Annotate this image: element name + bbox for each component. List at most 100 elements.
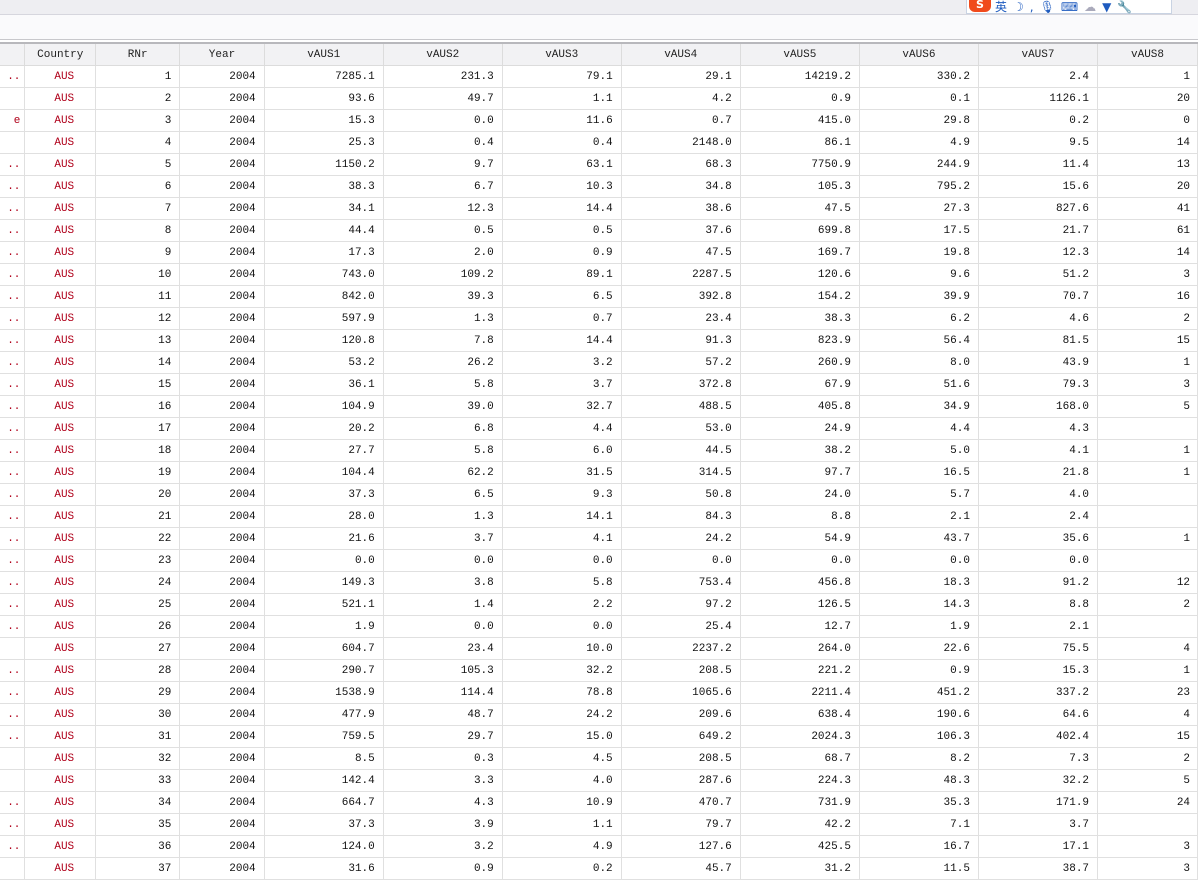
column-header-vaus1[interactable]: vAUS1 [264, 44, 384, 66]
skin-icon[interactable]: ☁ [1084, 0, 1096, 14]
cell-vaus3[interactable]: 0.5 [502, 219, 622, 242]
cell-vaus3[interactable]: 15.0 [502, 725, 622, 748]
cell-vaus8[interactable]: 23 [1097, 681, 1198, 704]
cell-vaus8[interactable]: 24 [1097, 791, 1198, 814]
cell-vaus5[interactable]: 54.9 [740, 527, 860, 550]
cell-truncated[interactable]: .. [0, 329, 26, 352]
cell-truncated[interactable]: e [0, 109, 26, 132]
cell-country[interactable]: AUS [24, 769, 97, 792]
cell-vaus6[interactable]: 5.7 [859, 483, 979, 506]
cell-vaus8[interactable]: 14 [1097, 241, 1198, 264]
cell-vaus3[interactable]: 32.2 [502, 659, 622, 682]
cell-rnr[interactable]: 18 [95, 439, 181, 462]
cell-vaus7[interactable]: 168.0 [978, 395, 1099, 418]
cell-year[interactable]: 2004 [179, 483, 265, 506]
cell-vaus6[interactable]: 244.9 [859, 153, 979, 176]
cell-vaus2[interactable]: 29.7 [383, 725, 503, 748]
cell-vaus7[interactable]: 2.1 [978, 615, 1099, 638]
cell-vaus2[interactable]: 0.3 [383, 747, 503, 770]
cell-truncated[interactable]: .. [0, 439, 26, 462]
cell-vaus6[interactable]: 4.4 [859, 417, 979, 440]
cell-rnr[interactable]: 5 [95, 153, 181, 176]
ime-toolbar[interactable]: S 英 ☽ , 🎙 ⌨ ☁ ▼ 🔧 [966, 0, 1172, 14]
cell-vaus2[interactable]: 39.0 [383, 395, 503, 418]
cell-vaus8[interactable]: 20 [1097, 175, 1198, 198]
cell-vaus3[interactable]: 31.5 [502, 461, 622, 484]
cell-vaus7[interactable]: 9.5 [978, 131, 1099, 154]
cell-country[interactable]: AUS [24, 615, 97, 638]
cell-rnr[interactable]: 36 [95, 835, 181, 858]
cell-vaus8[interactable] [1097, 483, 1198, 506]
cell-vaus4[interactable]: 45.7 [621, 857, 741, 880]
cell-vaus5[interactable]: 638.4 [740, 703, 860, 726]
cell-vaus7[interactable]: 337.2 [978, 681, 1099, 704]
column-header-vaus2[interactable]: vAUS2 [383, 44, 503, 66]
cell-country[interactable]: AUS [24, 813, 97, 836]
keyboard-icon[interactable]: ⌨ [1061, 0, 1078, 14]
cell-year[interactable]: 2004 [179, 681, 265, 704]
cell-vaus3[interactable]: 2.2 [502, 593, 622, 616]
cell-vaus8[interactable] [1097, 813, 1198, 836]
cell-vaus3[interactable]: 6.5 [502, 285, 622, 308]
column-header-vaus8[interactable]: vAUS8 [1097, 44, 1198, 66]
cell-vaus1[interactable]: 21.6 [264, 527, 384, 550]
cell-year[interactable]: 2004 [179, 307, 265, 330]
cell-vaus1[interactable]: 743.0 [264, 263, 384, 286]
cell-vaus2[interactable]: 0.5 [383, 219, 503, 242]
cell-country[interactable]: AUS [24, 395, 97, 418]
cell-country[interactable]: AUS [24, 571, 97, 594]
cell-country[interactable]: AUS [24, 483, 97, 506]
cell-vaus3[interactable]: 4.1 [502, 527, 622, 550]
cell-vaus4[interactable]: 287.6 [621, 769, 741, 792]
cell-vaus1[interactable]: 53.2 [264, 351, 384, 374]
cell-year[interactable]: 2004 [179, 351, 265, 374]
column-header-vaus6[interactable]: vAUS6 [859, 44, 979, 66]
cell-rnr[interactable]: 26 [95, 615, 181, 638]
cell-vaus6[interactable]: 451.2 [859, 681, 979, 704]
cell-vaus2[interactable]: 3.3 [383, 769, 503, 792]
cell-year[interactable]: 2004 [179, 835, 265, 858]
cell-vaus4[interactable]: 97.2 [621, 593, 741, 616]
cell-vaus1[interactable]: 842.0 [264, 285, 384, 308]
cell-vaus3[interactable]: 3.7 [502, 373, 622, 396]
cell-vaus6[interactable]: 1.9 [859, 615, 979, 638]
cell-vaus7[interactable]: 0.2 [978, 109, 1099, 132]
cell-country[interactable]: AUS [24, 725, 97, 748]
cell-country[interactable]: AUS [24, 417, 97, 440]
cell-vaus2[interactable]: 1.4 [383, 593, 503, 616]
cell-vaus4[interactable]: 372.8 [621, 373, 741, 396]
cell-country[interactable]: AUS [24, 153, 97, 176]
cell-vaus6[interactable]: 56.4 [859, 329, 979, 352]
column-header-country[interactable]: Country [24, 44, 97, 66]
cell-vaus8[interactable]: 41 [1097, 197, 1198, 220]
cell-vaus2[interactable]: 48.7 [383, 703, 503, 726]
cell-vaus5[interactable]: 699.8 [740, 219, 860, 242]
cell-vaus6[interactable]: 17.5 [859, 219, 979, 242]
cell-vaus7[interactable]: 91.2 [978, 571, 1099, 594]
cell-vaus7[interactable]: 1126.1 [978, 87, 1099, 110]
cell-vaus4[interactable]: 2237.2 [621, 637, 741, 660]
cell-vaus4[interactable]: 25.4 [621, 615, 741, 638]
cell-vaus3[interactable]: 10.0 [502, 637, 622, 660]
cell-vaus1[interactable]: 38.3 [264, 175, 384, 198]
cell-rnr[interactable]: 15 [95, 373, 181, 396]
cell-vaus3[interactable]: 4.0 [502, 769, 622, 792]
cell-vaus4[interactable]: 753.4 [621, 571, 741, 594]
cell-rnr[interactable]: 8 [95, 219, 181, 242]
cell-vaus1[interactable]: 37.3 [264, 483, 384, 506]
cell-vaus3[interactable]: 63.1 [502, 153, 622, 176]
cell-vaus8[interactable]: 3 [1097, 857, 1198, 880]
cell-vaus3[interactable]: 10.3 [502, 175, 622, 198]
cell-vaus1[interactable]: 31.6 [264, 857, 384, 880]
cell-vaus5[interactable]: 2024.3 [740, 725, 860, 748]
cell-country[interactable]: AUS [24, 703, 97, 726]
cell-vaus3[interactable]: 9.3 [502, 483, 622, 506]
cell-country[interactable]: AUS [24, 109, 97, 132]
cell-truncated[interactable]: .. [0, 153, 26, 176]
cell-year[interactable]: 2004 [179, 373, 265, 396]
cell-truncated[interactable]: .. [0, 219, 26, 242]
cell-vaus4[interactable]: 47.5 [621, 241, 741, 264]
cell-truncated[interactable]: .. [0, 175, 26, 198]
cell-year[interactable]: 2004 [179, 571, 265, 594]
cell-vaus7[interactable]: 11.4 [978, 153, 1099, 176]
